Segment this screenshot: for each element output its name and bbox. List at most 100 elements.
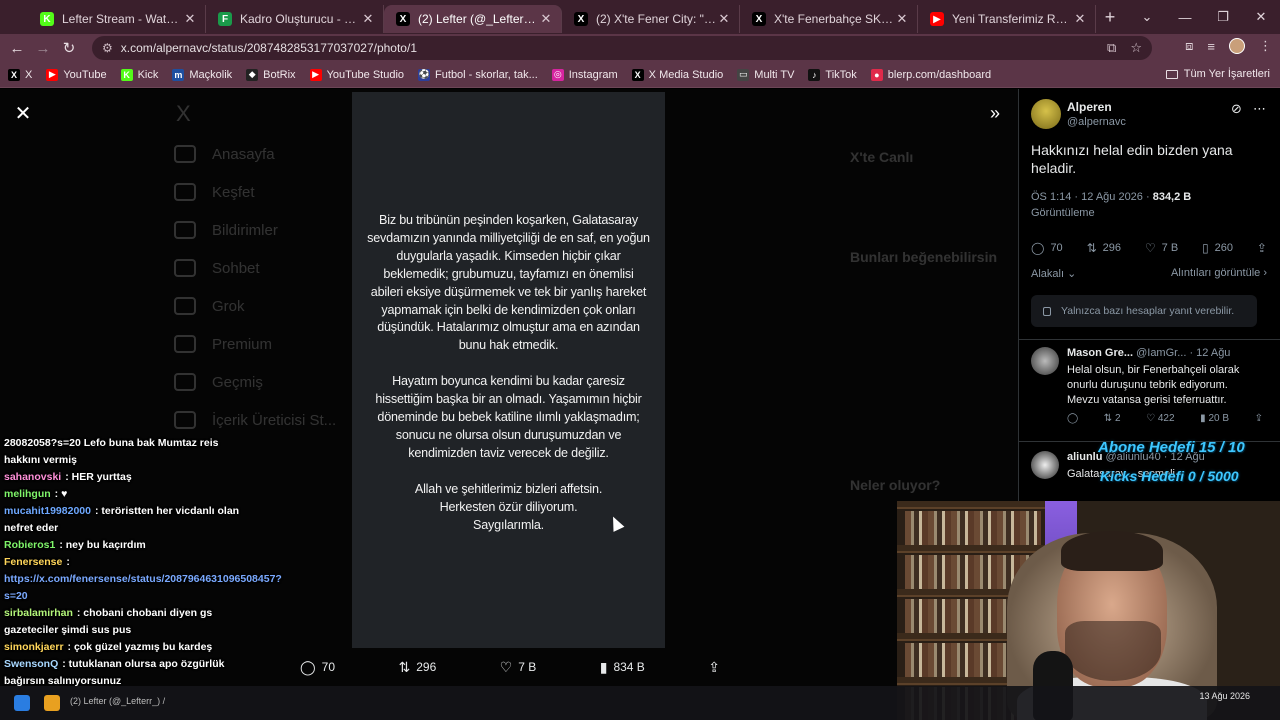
- nav-icon: [174, 335, 196, 353]
- bookmark-button[interactable]: ▯ 260: [1202, 241, 1233, 255]
- tab-close-icon[interactable]: ✕: [361, 11, 375, 27]
- browser-menu-icon[interactable]: ⋮: [1259, 38, 1272, 54]
- share-icon: ⇪: [1256, 241, 1267, 255]
- browser-tab[interactable]: K Lefter Stream - Watch Live on K✕: [28, 5, 206, 33]
- profile-avatar[interactable]: [1229, 38, 1245, 54]
- tab-favicon-icon: X: [574, 12, 588, 26]
- tweet-photo[interactable]: Biz bu tribünün peşinden koşarken, Galat…: [352, 92, 665, 648]
- chat-username[interactable]: sirbalamirhan: [4, 607, 73, 619]
- minimize-button[interactable]: —: [1166, 10, 1204, 25]
- chat-message: 28082058?s=20 Lefo buna bak Mumtaz reis …: [0, 435, 256, 469]
- bookmark-item[interactable]: m Maçkolik: [172, 68, 232, 81]
- collapse-panel-icon[interactable]: »: [984, 103, 1006, 125]
- bookmark-favicon-icon: ◎: [551, 68, 564, 81]
- like-button[interactable]: ♡ 422: [1146, 413, 1174, 424]
- app-icon[interactable]: [44, 695, 60, 711]
- bookmark-item[interactable]: ▶ YouTube Studio: [309, 68, 404, 81]
- bookmark-item[interactable]: X X Media Studio: [631, 68, 723, 81]
- extensions-icon[interactable]: ⧈: [1185, 38, 1193, 54]
- back-icon[interactable]: ←: [4, 40, 30, 57]
- repost-icon: ⇅: [1086, 241, 1097, 255]
- reply-avatar[interactable]: [1031, 347, 1059, 375]
- bookmark-item[interactable]: XX: [8, 68, 32, 81]
- bookmark-favicon-icon: K: [120, 68, 133, 81]
- chat-message: simonkjaerr: çok güzel yazmış bu kardeş: [0, 639, 256, 656]
- share-button[interactable]: ⇪: [708, 659, 720, 676]
- start-icon[interactable]: [14, 695, 30, 711]
- views-button[interactable]: ▮ 20 B: [1200, 413, 1229, 424]
- tab-close-icon[interactable]: ✕: [1073, 11, 1087, 27]
- close-icon[interactable]: ✕: [12, 103, 34, 125]
- reply-avatar[interactable]: [1031, 451, 1059, 479]
- chat-message: https://x.com/fenersense/status/20879646…: [0, 571, 282, 605]
- tab-close-icon[interactable]: ✕: [183, 11, 197, 27]
- bookmark-item[interactable]: ● blerp.com/dashboard: [870, 68, 991, 81]
- reload-icon[interactable]: ↻: [56, 39, 82, 57]
- reply-icon: ◯: [300, 658, 316, 675]
- browser-tab[interactable]: F Kadro Oluşturucu - Formasyon✕: [206, 5, 384, 33]
- bookmark-star-icon[interactable]: ☆: [1130, 40, 1142, 56]
- bookmark-item[interactable]: K Kick: [120, 68, 158, 81]
- taskbar-window-title[interactable]: (2) Lefter (@_Lefterr_) /: [70, 696, 165, 706]
- install-app-icon[interactable]: ⧉: [1107, 40, 1116, 56]
- views-button[interactable]: ▮ 834 B: [600, 659, 645, 676]
- browser-tab[interactable]: X X'te Fenerbahçe SK: "Teşekkürle✕: [740, 5, 918, 33]
- bookmark-item[interactable]: ◎ Instagram: [551, 68, 618, 81]
- new-tab-button[interactable]: +: [1096, 7, 1124, 28]
- browser-toolbar: ← → ↻ ⚙ x.com/alpernavc/status/208748285…: [0, 34, 1280, 62]
- chat-username[interactable]: sahanovski: [4, 471, 61, 483]
- chat-username[interactable]: SwensonQ: [4, 658, 58, 670]
- chat-username[interactable]: melihgun: [4, 488, 51, 500]
- view-quotes-link[interactable]: Alıntıları görüntüle ›: [1171, 267, 1267, 280]
- maximize-button[interactable]: ❐: [1204, 9, 1242, 25]
- streamer-hair: [1061, 531, 1163, 571]
- bookmark-item[interactable]: ⚽ Futbol - skorlar, tak...: [418, 68, 538, 81]
- reply-name[interactable]: Mason Gre...: [1067, 347, 1133, 359]
- nav-icon: [174, 259, 196, 277]
- forward-icon[interactable]: →: [30, 40, 56, 57]
- repost-button[interactable]: ⇅ 296: [398, 659, 436, 676]
- browser-tab[interactable]: X (2) Lefter (@_Lefterr_) / X✕: [384, 5, 562, 33]
- tab-close-icon[interactable]: ✕: [895, 11, 909, 27]
- all-bookmarks[interactable]: Tüm Yer İşaretleri: [1165, 68, 1270, 80]
- author-avatar[interactable]: [1031, 99, 1061, 129]
- like-button[interactable]: ♡ 7 B: [1145, 241, 1178, 255]
- browser-tab[interactable]: ▶ Yeni Transferimiz Romelu Lukak✕: [918, 5, 1096, 33]
- chat-text: :: [66, 556, 70, 568]
- chat-username[interactable]: Robieros1: [4, 539, 55, 551]
- media-controls-icon[interactable]: ≡: [1207, 39, 1215, 54]
- chat-username[interactable]: Fenersense: [4, 556, 62, 568]
- reply-text: Helal olsun, bir Fenerbahçeli olarak onu…: [1067, 364, 1240, 406]
- chat-username[interactable]: mucahit19982000: [4, 505, 91, 517]
- bookmark-item[interactable]: ♪ TikTok: [808, 68, 857, 81]
- reply-button[interactable]: ◯ 70: [1031, 241, 1063, 255]
- more-options-icon[interactable]: ⋯: [1253, 101, 1266, 117]
- author-name[interactable]: Alperen: [1067, 100, 1112, 114]
- grok-icon[interactable]: ⊘: [1231, 101, 1242, 117]
- close-window-button[interactable]: ✕: [1242, 9, 1280, 25]
- bookmark-item[interactable]: ▶ YouTube: [46, 68, 107, 81]
- repost-button[interactable]: ⇅ 2: [1104, 413, 1121, 424]
- sort-dropdown[interactable]: Alakalı ⌄: [1031, 267, 1076, 280]
- reply-button[interactable]: ◯: [1067, 413, 1078, 424]
- bookmark-favicon-icon: ◆: [246, 68, 259, 81]
- tab-close-icon[interactable]: ✕: [717, 11, 731, 27]
- share-button[interactable]: ⇪: [1257, 241, 1267, 255]
- site-info-icon[interactable]: ⚙: [102, 41, 113, 55]
- bookmark-item[interactable]: ◆ BotRix: [246, 68, 296, 81]
- bookmark-favicon-icon: m: [172, 68, 185, 81]
- bookmark-favicon-icon: ▭: [737, 68, 750, 81]
- tab-close-icon[interactable]: ✕: [539, 11, 553, 27]
- tab-search-icon[interactable]: ⌄: [1128, 9, 1166, 25]
- repost-button[interactable]: ⇅ 296: [1087, 241, 1121, 255]
- share-icon[interactable]: ⇪: [1255, 413, 1263, 424]
- all-bookmarks-label: Tüm Yer İşaretleri: [1183, 68, 1270, 80]
- address-bar[interactable]: ⚙ x.com/alpernavc/status/208748285317703…: [92, 36, 1152, 60]
- quotes-label: Alıntıları görüntüle: [1170, 267, 1261, 279]
- bookmark-item[interactable]: ▭ Multi TV: [737, 68, 794, 81]
- like-button[interactable]: ♡ 7 B: [500, 659, 537, 676]
- chat-username[interactable]: simonkjaerr: [4, 641, 64, 653]
- reply-button[interactable]: ◯ 70: [300, 659, 335, 676]
- author-handle[interactable]: @alpernavc: [1067, 116, 1126, 128]
- browser-tab[interactable]: X (2) X'te Fener City: "Romelu Gö✕: [562, 5, 740, 33]
